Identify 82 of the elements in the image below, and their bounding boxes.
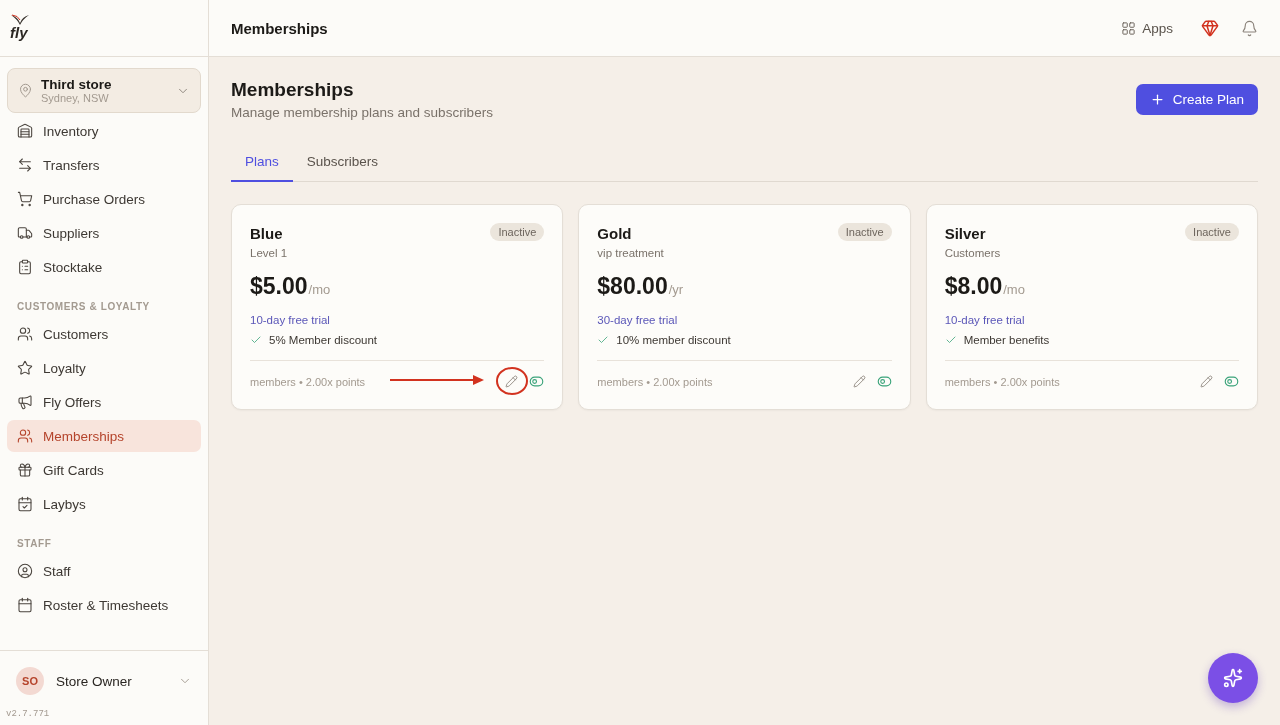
toggle-button[interactable] — [529, 374, 545, 389]
nav-item[interactable]: Inventory — [7, 115, 201, 147]
assistant-button[interactable] — [1208, 653, 1258, 703]
plan-description: Customers — [944, 247, 1001, 259]
nav-item[interactable]: Memberships — [7, 420, 201, 452]
sparkles-icon — [1223, 668, 1243, 688]
plan-name: Gold — [597, 225, 633, 242]
plan-meta: members • 2.00x points — [250, 375, 367, 388]
edit-button[interactable] — [505, 375, 519, 388]
plan-description: Level 1 — [250, 247, 288, 259]
edit-button[interactable] — [852, 375, 866, 388]
trial-label: 10-day free trial — [250, 314, 331, 326]
nav-item[interactable]: Suppliers — [7, 217, 201, 249]
page-title: Memberships — [231, 79, 355, 101]
users-icon — [17, 326, 33, 342]
plus-icon — [1149, 92, 1165, 107]
check-icon — [250, 334, 262, 346]
nav-item[interactable]: Customers — [7, 318, 201, 350]
nav-item[interactable]: Fly Offers — [7, 386, 201, 418]
benefit-text: Member benefits — [963, 334, 1050, 346]
nav-item[interactable]: Transfers — [7, 149, 201, 181]
gem-button[interactable] — [1201, 19, 1219, 37]
trial-label: 10-day free trial — [944, 314, 1026, 326]
clipboard-icon — [17, 259, 33, 275]
gift-icon — [17, 462, 33, 478]
warehouse-icon — [17, 123, 33, 139]
map-pin-icon — [18, 83, 33, 98]
arrows-icon — [17, 157, 33, 173]
logo-text: fly — [10, 26, 29, 40]
benefit-text: 5% Member discount — [269, 334, 378, 346]
version-label: v2.7.771 — [6, 709, 51, 719]
nav-item[interactable]: Purchase Orders — [7, 183, 201, 215]
calendar-check-icon — [17, 496, 33, 512]
section-heading: STAFF — [16, 537, 53, 551]
check-icon — [597, 334, 610, 346]
user-name[interactable]: Store Owner — [56, 673, 166, 689]
header-title: Memberships — [231, 19, 329, 37]
tab[interactable]: Plans — [231, 146, 293, 182]
toggle-button[interactable] — [1224, 374, 1239, 389]
notifications-button[interactable] — [1241, 19, 1258, 37]
megaphone-icon — [17, 394, 33, 410]
nav-item[interactable]: Gift Cards — [7, 454, 201, 486]
apps-button[interactable]: Apps — [1115, 19, 1179, 37]
status-badge: Inactive — [1185, 223, 1239, 241]
nav-item[interactable]: Stocktake — [7, 251, 201, 283]
toggle-button[interactable] — [876, 374, 892, 389]
status-badge: Inactive — [490, 223, 545, 241]
plan-price: $8.00 — [944, 273, 1003, 300]
plan-meta: members • 2.00x points — [944, 375, 1061, 388]
price-period: /mo — [308, 282, 331, 297]
plan-price: $80.00 — [597, 273, 668, 300]
truck-icon — [17, 225, 33, 241]
plan-meta: members • 2.00x points — [597, 375, 714, 388]
plan-name: Blue — [250, 225, 284, 242]
grid-icon — [1121, 20, 1137, 36]
users-icon — [17, 428, 33, 444]
edit-button[interactable] — [1200, 375, 1213, 388]
star-icon — [17, 360, 33, 376]
user-circle-icon — [17, 563, 33, 579]
user-avatar: SO — [16, 667, 44, 695]
page-subtitle: Manage membership plans and subscribers — [231, 105, 493, 120]
check-icon — [944, 334, 957, 346]
nav-item[interactable]: Roster & Timesheets — [7, 589, 201, 621]
create-plan-button[interactable]: Create Plan — [1135, 84, 1258, 115]
calendar-icon — [17, 597, 33, 613]
tab[interactable]: Subscribers — [292, 146, 393, 182]
annotation-circle — [496, 367, 529, 395]
nav-item[interactable]: Laybys — [7, 488, 201, 520]
plan-name: Silver — [944, 225, 987, 242]
trial-label: 30-day free trial — [597, 314, 679, 326]
plan-description: vip treatment — [597, 247, 664, 259]
price-period: /yr — [668, 282, 684, 297]
cart-icon — [17, 191, 33, 207]
nav-item[interactable]: Loyalty — [7, 352, 201, 384]
status-badge: Inactive — [837, 223, 892, 241]
benefit-text: 10% member discount — [616, 334, 731, 346]
bird-icon — [10, 14, 30, 26]
store-selector[interactable]: Third store Sydney, NSW — [7, 68, 201, 113]
section-heading: CUSTOMERS & LOYALTY — [16, 300, 151, 314]
nav-item[interactable]: Staff — [7, 555, 201, 587]
price-period: /mo — [1003, 282, 1025, 297]
plan-price: $5.00 — [250, 273, 308, 300]
